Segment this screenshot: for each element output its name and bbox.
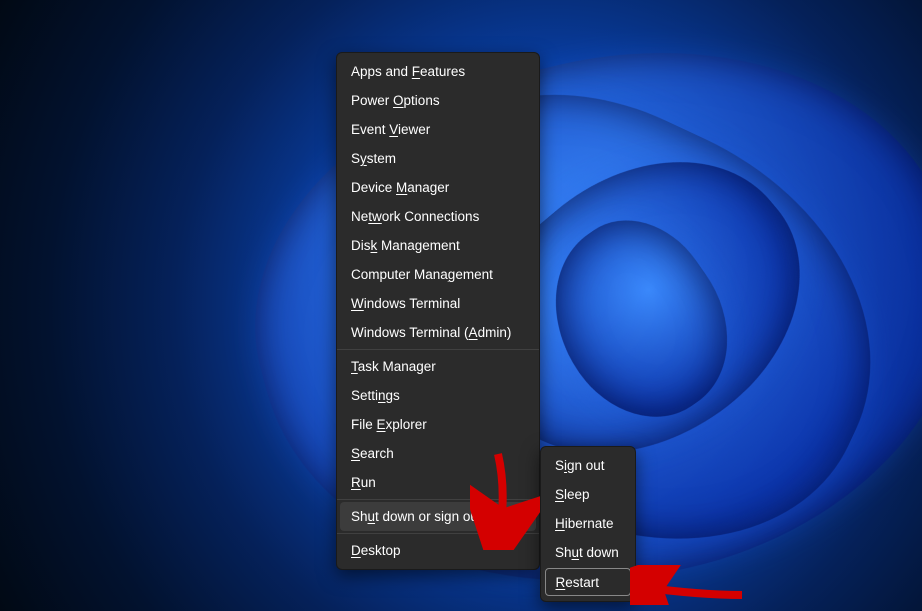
menu-item-text: un: [361, 475, 376, 490]
desktop-background: Apps and FeaturesPower OptionsEvent View…: [0, 0, 922, 611]
menu-item-text: eatures: [420, 64, 465, 79]
menu-item-computer-management[interactable]: Computer Management: [337, 260, 539, 289]
menu-item-text: ork Connections: [382, 209, 480, 224]
menu-item-text: xplorer: [386, 417, 427, 432]
menu-item-search[interactable]: Search: [337, 439, 539, 468]
menu-item-run[interactable]: Run: [337, 468, 539, 497]
menu-item-apps-and-features[interactable]: Apps and Features: [337, 57, 539, 86]
menu-item-accelerator: H: [555, 516, 565, 531]
menu-item-windows-terminal[interactable]: Windows Terminal: [337, 289, 539, 318]
winx-power-user-menu[interactable]: Apps and FeaturesPower OptionsEvent View…: [336, 52, 540, 570]
menu-item-text: Windows Terminal (: [351, 325, 469, 340]
menu-item-shut-down-or-sign-out[interactable]: Shut down or sign out ›: [340, 502, 536, 531]
menu-item-file-explorer[interactable]: File Explorer: [337, 410, 539, 439]
menu-item-accelerator: u: [572, 545, 580, 560]
menu-item-task-manager[interactable]: Task Manager: [337, 352, 539, 381]
menu-item-accelerator: u: [368, 509, 376, 524]
menu-item-accelerator: M: [396, 180, 407, 195]
menu-item-accelerator: O: [393, 93, 404, 108]
menu-item-accelerator: tw: [368, 209, 382, 224]
menu-item-text: dmin): [478, 325, 512, 340]
menu-item-accelerator: A: [469, 325, 478, 340]
menu-item-accelerator: S: [555, 487, 564, 502]
menu-item-text: Computer Mana: [351, 267, 448, 282]
menu-item-text: gn out: [567, 458, 605, 473]
menu-item-text: anager: [407, 180, 449, 195]
chevron-right-icon: ›: [523, 511, 526, 522]
menu-item-text: ement: [455, 267, 493, 282]
menu-item-windows-terminal-admin[interactable]: Windows Terminal (Admin): [337, 318, 539, 347]
menu-item-text: Event: [351, 122, 389, 137]
menu-item-accelerator: W: [351, 296, 364, 311]
menu-separator: [337, 349, 539, 350]
menu-item-text: gs: [386, 388, 400, 403]
menu-item-text: S: [555, 458, 564, 473]
menu-item-text: ibernate: [565, 516, 614, 531]
menu-separator: [337, 499, 539, 500]
submenu-item-shut-down[interactable]: Shut down: [541, 538, 635, 567]
menu-item-disk-management[interactable]: Disk Management: [337, 231, 539, 260]
menu-item-text: earch: [360, 446, 394, 461]
menu-item-system[interactable]: System: [337, 144, 539, 173]
menu-item-text: Sh: [351, 509, 368, 524]
menu-item-desktop[interactable]: Desktop: [337, 536, 539, 565]
menu-item-text: Setti: [351, 388, 378, 403]
menu-item-accelerator: R: [556, 575, 566, 590]
menu-item-text: Device: [351, 180, 396, 195]
menu-item-event-viewer[interactable]: Event Viewer: [337, 115, 539, 144]
submenu-item-sign-out[interactable]: Sign out: [541, 451, 635, 480]
menu-item-text: ptions: [404, 93, 440, 108]
menu-item-power-options[interactable]: Power Options: [337, 86, 539, 115]
submenu-item-hibernate[interactable]: Hibernate: [541, 509, 635, 538]
menu-item-accelerator: n: [378, 388, 386, 403]
submenu-item-sleep[interactable]: Sleep: [541, 480, 635, 509]
shutdown-submenu[interactable]: Sign outSleepHibernateShut downRestart: [540, 446, 636, 602]
menu-item-text: estart: [565, 575, 599, 590]
menu-item-text: Sh: [555, 545, 572, 560]
menu-item-accelerator: F: [412, 64, 420, 79]
menu-item-text: Management: [377, 238, 460, 253]
menu-item-text: Ne: [351, 209, 368, 224]
menu-item-network-connections[interactable]: Network Connections: [337, 202, 539, 231]
menu-item-text: esktop: [361, 543, 401, 558]
menu-item-accelerator: E: [377, 417, 386, 432]
menu-item-text: t down: [579, 545, 619, 560]
menu-item-text: Power: [351, 93, 393, 108]
menu-item-text: leep: [564, 487, 590, 502]
menu-item-text: Dis: [351, 238, 371, 253]
menu-item-accelerator: S: [351, 446, 360, 461]
menu-item-accelerator: R: [351, 475, 361, 490]
menu-item-text: S: [351, 151, 360, 166]
menu-separator: [337, 533, 539, 534]
menu-item-text: File: [351, 417, 377, 432]
menu-item-text: t down or sign out: [375, 509, 482, 524]
submenu-item-restart[interactable]: Restart: [545, 568, 631, 596]
menu-item-text: Apps and: [351, 64, 412, 79]
menu-item-accelerator: V: [389, 122, 398, 137]
menu-item-accelerator: D: [351, 543, 361, 558]
menu-item-text: indows Terminal: [364, 296, 461, 311]
menu-item-text: iewer: [398, 122, 430, 137]
menu-item-accelerator: y: [360, 151, 367, 166]
menu-item-accelerator: T: [351, 359, 358, 374]
menu-item-text: stem: [367, 151, 396, 166]
menu-item-text: ask Manager: [358, 359, 436, 374]
menu-item-device-manager[interactable]: Device Manager: [337, 173, 539, 202]
menu-item-settings[interactable]: Settings: [337, 381, 539, 410]
